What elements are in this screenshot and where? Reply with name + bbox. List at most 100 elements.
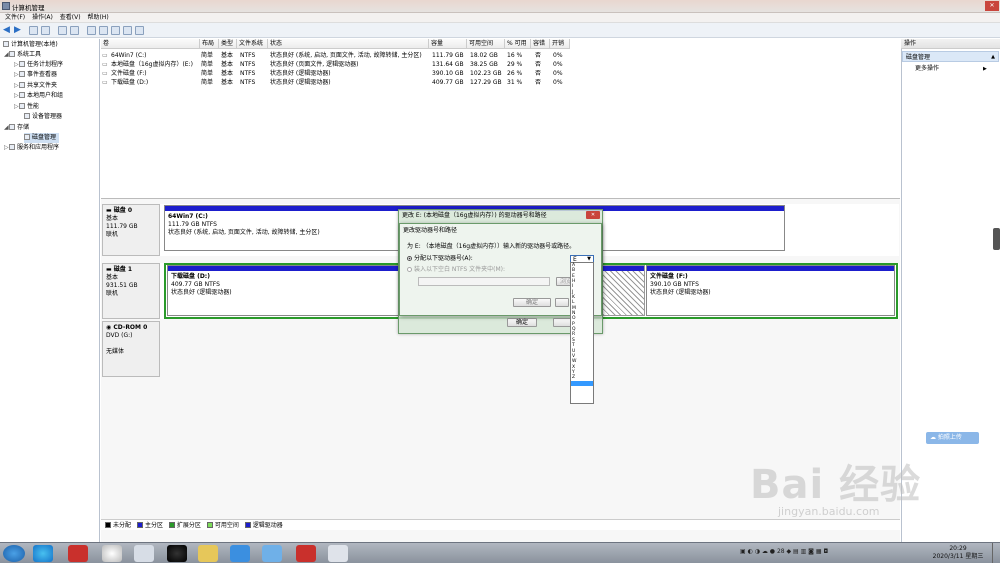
clock[interactable]: 20:29 2020/3/11 星期三: [928, 545, 988, 561]
tree-item-event-viewer[interactable]: ▷ 事件查看器: [14, 70, 57, 80]
radio-icon: [407, 267, 412, 272]
window-title: 计算机管理: [12, 4, 45, 12]
document-icon[interactable]: [134, 545, 154, 562]
properties-icon[interactable]: [70, 26, 79, 35]
more-actions[interactable]: 更多操作 ▶: [915, 64, 987, 74]
app-blue-icon[interactable]: [230, 545, 250, 562]
col-volume[interactable]: 卷: [101, 39, 200, 49]
chevron-right-icon: ▶: [983, 66, 987, 72]
edge-icon[interactable]: [33, 545, 53, 562]
assign-letter-radio[interactable]: 分配以下驱动器号(A):: [407, 255, 473, 263]
tree-item-storage[interactable]: ◢ 存储: [4, 123, 29, 133]
tree-item-task-scheduler[interactable]: ▷ 任务计划程序: [14, 60, 63, 70]
partition-d[interactable]: 下载磁盘 (D:) 409.77 GB NTFS 状态良好 (逻辑驱动器): [167, 265, 400, 316]
col-fault-tolerance[interactable]: 容错: [531, 39, 550, 49]
help-icon[interactable]: [58, 26, 67, 35]
menu-action[interactable]: 操作(A): [32, 13, 53, 23]
legend-swatch: [105, 522, 111, 528]
table-row[interactable]: ▭ 文件磁盘 (F:) 简单 基本 NTFS 状态良好 (逻辑驱动器) 390.…: [101, 69, 570, 78]
dialog-title: 更改 E: (本地磁盘（16g虚拟内存）) 的驱动器号和路径: [402, 212, 547, 219]
legend-swatch: [168, 522, 175, 528]
watermark-logo: Bai 经验: [750, 462, 922, 508]
settings-icon[interactable]: [135, 26, 144, 35]
qq-icon[interactable]: [167, 545, 187, 562]
folder-icon[interactable]: [198, 545, 218, 562]
col-status[interactable]: 状态: [268, 39, 429, 49]
inner-dialog-title: 更改驱动器号和路径: [403, 227, 458, 234]
back-icon[interactable]: ◀: [3, 26, 12, 35]
menu-view[interactable]: 查看(V): [60, 13, 81, 23]
menu-help[interactable]: 帮助(H): [88, 13, 109, 23]
title-bar: 计算机管理 ✕: [0, 0, 1000, 13]
export-icon[interactable]: [123, 26, 132, 35]
show-desktop-button[interactable]: [992, 543, 1000, 563]
col-type[interactable]: 类型: [219, 39, 237, 49]
performance-icon: [19, 103, 25, 109]
app-circle-icon[interactable]: [102, 545, 122, 562]
tray-number: 28: [776, 548, 785, 555]
start-button[interactable]: [3, 545, 25, 562]
drive-icon: ▭: [102, 70, 108, 77]
table-row[interactable]: ▭ 本地磁盘（16g虚拟内存）(E:) 简单 基本 NTFS 状态良好 (页面文…: [101, 60, 570, 69]
radio-selected-icon: [407, 256, 412, 261]
col-layout[interactable]: 布局: [200, 39, 219, 49]
disk-1-label[interactable]: ▬ 磁盘 1 基本 931.51 GB 联机: [102, 263, 160, 319]
close-icon[interactable]: ✕: [985, 1, 999, 11]
device-icon: [24, 113, 30, 119]
photo-upload-button[interactable]: ☁ 拍照上传: [926, 432, 979, 444]
tree-item-system-tools[interactable]: ◢ 系统工具: [4, 50, 41, 60]
up-folder-icon[interactable]: [29, 26, 38, 35]
folder-path-input[interactable]: [418, 277, 550, 286]
cloud-icon: ☁: [930, 434, 938, 441]
volume-list: 卷 布局 类型 文件系统 状态 容量 可用空间 % 可用 容错 开销 ▭ 64W…: [101, 39, 900, 199]
refresh-icon[interactable]: [87, 26, 96, 35]
tree-item-performance[interactable]: ▷ 性能: [14, 102, 39, 112]
cdrom-label[interactable]: ◉ CD-ROM 0 DVD (G:) 无媒体: [102, 321, 160, 377]
side-handle[interactable]: [993, 228, 1000, 250]
close-icon[interactable]: ✕: [586, 211, 600, 219]
actions-section[interactable]: 磁盘管理 ▲: [902, 51, 999, 62]
col-percent-free[interactable]: % 可用: [505, 39, 531, 49]
tree-item-device-manager[interactable]: 设备管理器: [24, 112, 62, 122]
col-overhead[interactable]: 开销: [550, 39, 570, 49]
computer-icon: [3, 41, 9, 47]
tree-item-shared-folders[interactable]: ▷ 共享文件夹: [14, 81, 57, 91]
partition-f[interactable]: 文件磁盘 (F:) 390.10 GB NTFS 状态良好 (逻辑驱动器): [646, 265, 895, 316]
computer-management-taskbar-icon[interactable]: [328, 545, 348, 562]
inner-ok-button[interactable]: 确定: [513, 298, 551, 307]
col-capacity[interactable]: 容量: [429, 39, 467, 49]
tree-item-services[interactable]: ▷ 服务和应用程序: [4, 143, 59, 153]
disk-0-label[interactable]: ▬ 磁盘 0 基本 111.79 GB 联机: [102, 204, 160, 256]
outer-ok-button[interactable]: 确定: [507, 318, 537, 327]
menu-file[interactable]: 文件(F): [5, 13, 25, 23]
list-item-highlighted[interactable]: [571, 380, 593, 386]
taskbar: ▣ ◐ ◑ ☁ ● 28 ◆ ▤ ▥ ◙ ▦ ◘ 20:29 2020/3/11…: [0, 542, 1000, 563]
cloud-drive-icon[interactable]: [262, 545, 282, 562]
table-row[interactable]: ▭ 64Win7 (C:) 简单 基本 NTFS 状态良好 (系统, 启动, 页…: [101, 51, 570, 60]
col-free-space[interactable]: 可用空间: [467, 39, 505, 49]
app-red2-icon[interactable]: [296, 545, 316, 562]
storage-icon: [9, 124, 15, 130]
tray-icons: ◆ ▤ ▥ ◙ ▦ ◘: [786, 548, 829, 555]
tree-item-root[interactable]: 计算机管理(本地): [3, 40, 58, 50]
table-row[interactable]: ▭ 下载磁盘 (D:) 简单 基本 NTFS 状态良好 (逻辑驱动器) 409.…: [101, 78, 570, 87]
dialog-prompt: 为 E: （本地磁盘（16g虚拟内存））输入新的驱动器号或路径。: [407, 243, 576, 250]
disk-icon: ▬: [106, 266, 114, 273]
col-filesystem[interactable]: 文件系统: [237, 39, 268, 49]
disk-icon: [24, 134, 30, 140]
delete-icon[interactable]: [111, 26, 120, 35]
forward-icon[interactable]: ▶: [14, 26, 23, 35]
inner-cancel-button[interactable]: [555, 298, 569, 307]
event-icon: [19, 71, 25, 77]
clock-time: 20:29: [949, 545, 967, 552]
tree-item-disk-management[interactable]: 磁盘管理: [24, 133, 60, 143]
app-red-icon[interactable]: [68, 545, 88, 562]
mount-folder-radio[interactable]: 装入以下空白 NTFS 文件夹中(M):: [407, 266, 505, 274]
open-icon[interactable]: [99, 26, 108, 35]
system-tray[interactable]: ▣ ◐ ◑ ☁ ● 28 ◆ ▤ ▥ ◙ ▦ ◘: [740, 548, 920, 558]
show-tree-icon[interactable]: [41, 26, 50, 35]
toolbar: ◀ ▶: [0, 23, 1000, 38]
drive-icon: ▭: [102, 79, 108, 86]
drive-letter-list[interactable]: A B E H I J K L M N O P Q R S T U V W X …: [570, 262, 594, 404]
tree-item-local-users[interactable]: ▷ 本地用户和组: [14, 91, 63, 101]
